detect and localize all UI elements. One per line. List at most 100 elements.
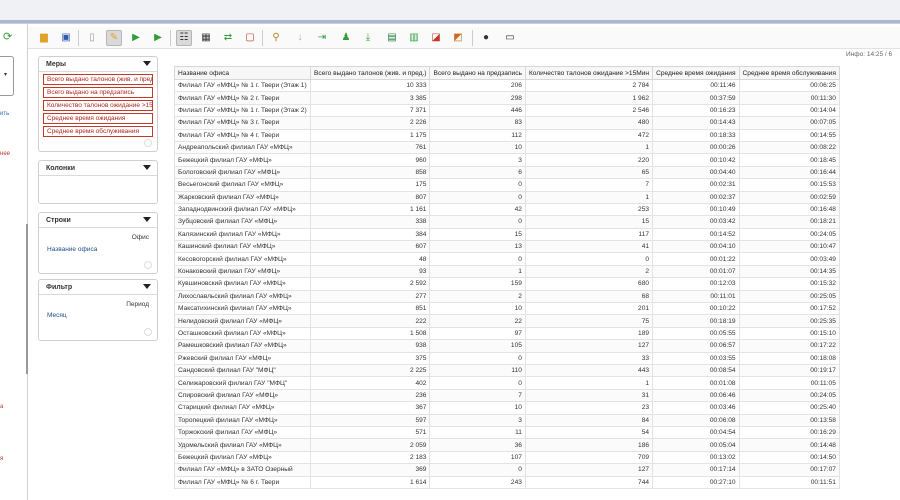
open-folder-button[interactable]: ▆ [36,30,52,46]
table-row[interactable]: Западнодвинский филиал ГАУ «МФЦ» 1 161 42 2… [174,202,840,217]
table-row[interactable]: Спировский филиал ГАУ «МФЦ» 236 7 31 00:06:4… [174,388,840,403]
measure-item-1[interactable]: Всего выдано на предзапись [43,87,153,98]
collapsed-selector[interactable]: ▾ [0,56,14,96]
table-row[interactable]: Ржевский филиал ГАУ «МФЦ» 375 0 33 00:03:55 0… [174,351,840,366]
swap-button[interactable]: ⇄ [220,30,236,46]
display-button[interactable]: ▭ [502,30,518,46]
sidebar-red-label-3: я [0,456,4,462]
table-row[interactable]: Калязинский филиал ГАУ «МФЦ» 384 15 117 00:1… [174,227,840,242]
value-cell: 00:17:07 [738,463,840,477]
person-button[interactable]: ♟ [338,30,354,46]
table-row[interactable]: Кашинский филиал ГАУ «МФЦ» 607 13 41 00:04:1… [174,240,840,254]
column-header-wait-over-15[interactable]: Количество талонов ожидание >15Мин [524,66,654,80]
measure-item-0[interactable]: Всего выдано талонов (жив. и пред.) [43,74,153,85]
pause-button[interactable]: ▢ [242,30,258,46]
value-cell: 00:16:48 [738,202,840,217]
rows-field-office[interactable]: Название офиса [47,246,97,253]
value-cell: 00:15:53 [738,178,840,192]
value-cell: 1 614 [309,475,431,489]
value-cell: 0 [429,178,526,192]
caret-down-icon[interactable] [143,217,151,222]
run-step-button[interactable]: ▶ [150,30,166,46]
table-row[interactable]: Филиал ГАУ «МФЦ» № 1 г. Твери (Этаж 1) 10… [174,78,840,93]
measures-panel: Меры Всего выдано талонов (жив. и пред.)… [38,56,158,152]
table-row[interactable]: Старицкий филиал ГАУ «МФЦ» 367 10 23 00:03:4… [174,401,840,415]
measures-panel-header[interactable]: Меры [39,57,157,72]
table-row[interactable]: Конаковский филиал ГАУ «МФЦ» 93 1 2 00:01:07… [174,264,840,279]
column-header-avg-service[interactable]: Среднее время обслуживания [738,66,840,80]
excel-button[interactable]: ▤ [384,30,400,46]
table-row[interactable]: Удомельский филиал ГАУ «МФЦ» 2 059 36 186 00… [174,438,840,452]
table-row[interactable]: Весьегонский филиал ГАУ «МФЦ» 175 0 7 00:02:… [174,178,840,192]
table-row[interactable]: Филиал ГАУ «МФЦ» № 2 г. Твери 3 385 298 1 9… [174,91,840,105]
table-row[interactable]: Бежецкий филиал ГАУ «МФЦ» 2 183 107 709 00:1… [174,450,840,465]
table-row[interactable]: Осташковский филиал ГАУ «МФЦ» 1 508 97 189 0… [174,326,840,341]
refresh-icon[interactable]: ⟳ [3,30,12,43]
table-row[interactable]: Селижаровский филиал ГАУ "МФЦ" 402 0 1 00:01… [174,376,840,390]
save-button[interactable]: ▣ [58,30,74,46]
columns-panel-header[interactable]: Колонки [39,161,157,176]
panel-settings-icon[interactable] [144,139,152,147]
new-document-button[interactable]: ▯ [84,30,100,46]
sidebar-context-label[interactable]: ить [0,111,9,117]
column-header-prebooked[interactable]: Всего выдано на предзапись [429,66,526,80]
table-row[interactable]: Нелидовский филиал ГАУ «МФЦ» 222 22 75 00:18… [174,314,840,328]
value-cell: 00:24:05 [738,227,840,242]
caret-down-icon[interactable] [143,61,151,66]
grid-button[interactable]: ▦ [198,30,214,46]
table-row[interactable]: Рамешковский филиал ГАУ «МФЦ» 938 105 127 00… [174,339,840,353]
table-row[interactable]: Кесовогорский филиал ГАУ «МФЦ» 48 0 0 00:01:… [174,252,840,266]
panel-settings-icon[interactable] [144,261,152,269]
filter-field-month[interactable]: Месяц [47,312,67,319]
office-name-cell: Филиал ГАУ «МФЦ» № 2 г. Твери [174,91,311,105]
table-row[interactable]: Филиал ГАУ «МФЦ» № 1 г. Твери (Этаж 2) 7 … [174,103,840,118]
spreadsheet-button[interactable]: ▥ [406,30,422,46]
value-cell: 00:27:10 [652,475,740,489]
value-cell: 443 [524,363,654,378]
table-row[interactable]: Лихославльский филиал ГАУ «МФЦ» 277 2 68 00:… [174,289,840,304]
table-row[interactable]: Зубцовский филиал ГАУ «МФЦ» 338 0 15 00:03:4… [174,215,840,229]
value-cell: 83 [429,116,526,130]
table-row[interactable]: Филиал ГАУ «МФЦ» № 3 г. Твери 2 226 83 480 0… [174,116,840,130]
rows-panel-header[interactable]: Строки [39,213,157,228]
column-header-total-tickets[interactable]: Всего выдано талонов (жив. и пред.) [309,66,431,80]
filter-panel-header[interactable]: Фильтр [39,280,157,295]
table-row[interactable]: Торжокский филиал ГАУ «МФЦ» 571 11 54 00:04:… [174,425,840,440]
sort-button[interactable]: ↓ [292,30,308,46]
table-row[interactable]: Андреапольский филиал ГАУ «МФЦ» 761 10 1 00:… [174,140,840,155]
edit-button[interactable]: ✎ [106,30,122,46]
column-header-office[interactable]: Название офиса [174,66,311,80]
measure-item-3[interactable]: Среднее время ожидания [43,113,153,124]
search-button[interactable]: ⚲ [268,30,284,46]
table-view-button[interactable]: ☷ [176,30,192,46]
column-header-avg-wait[interactable]: Среднее время ожидания [652,66,740,80]
table-row[interactable]: Бологовский филиал ГАУ «МФЦ» 858 6 65 00:04:… [174,165,840,180]
panel-settings-icon[interactable] [144,328,152,336]
table-row[interactable]: Филиал ГАУ «МФЦ» в ЗАТО Озерный 369 0 127 00… [174,463,840,477]
table-row[interactable]: Филиал ГАУ «МФЦ» № 6 г. Твери 1 614 243 744… [174,475,840,489]
value-cell: 2 225 [309,363,431,378]
table-row[interactable]: Кувшиновский филиал ГАУ «МФЦ» 2 592 159 680… [174,277,840,291]
caret-down-icon[interactable] [143,165,151,170]
sidebar-scrollbar[interactable] [26,224,28,374]
save-icon: ▣ [61,32,71,43]
office-name-cell: Весьегонский филиал ГАУ «МФЦ» [174,178,311,192]
download-button[interactable]: ⤓ [360,30,376,46]
image-export-button[interactable]: ◩ [450,30,466,46]
table-row[interactable]: Жарковский филиал ГАУ «МФЦ» 807 0 1 00:02:37… [174,190,840,204]
table-row[interactable]: Филиал ГАУ «МФЦ» № 4 г. Твери 1 175 112 472… [174,128,840,142]
pdf-button[interactable]: ◪ [428,30,444,46]
measure-item-2[interactable]: Количество талонов ожидание >15Мин [43,100,153,111]
office-name-cell: Спировский филиал ГАУ «МФЦ» [174,388,311,403]
export-button[interactable]: ⇥ [314,30,330,46]
measure-item-4[interactable]: Среднее время обслуживания [43,126,153,137]
table-row[interactable]: Бежецкий филиал ГАУ «МФЦ» 960 3 220 00:10:42… [174,153,840,167]
value-cell: 2 183 [309,450,431,465]
info-button[interactable]: ● [478,30,494,46]
value-cell: 3 [429,413,526,427]
run-button[interactable]: ▶ [128,30,144,46]
table-row[interactable]: Максатихинский филиал ГАУ «МФЦ» 851 10 201 0… [174,302,840,316]
table-row[interactable]: Сандовский филиал ГАУ "МФЦ" 2 225 110 443 00… [174,363,840,378]
table-row[interactable]: Торопецкий филиал ГАУ «МФЦ» 597 3 84 00:06:0… [174,413,840,427]
caret-down-icon[interactable] [143,284,151,289]
